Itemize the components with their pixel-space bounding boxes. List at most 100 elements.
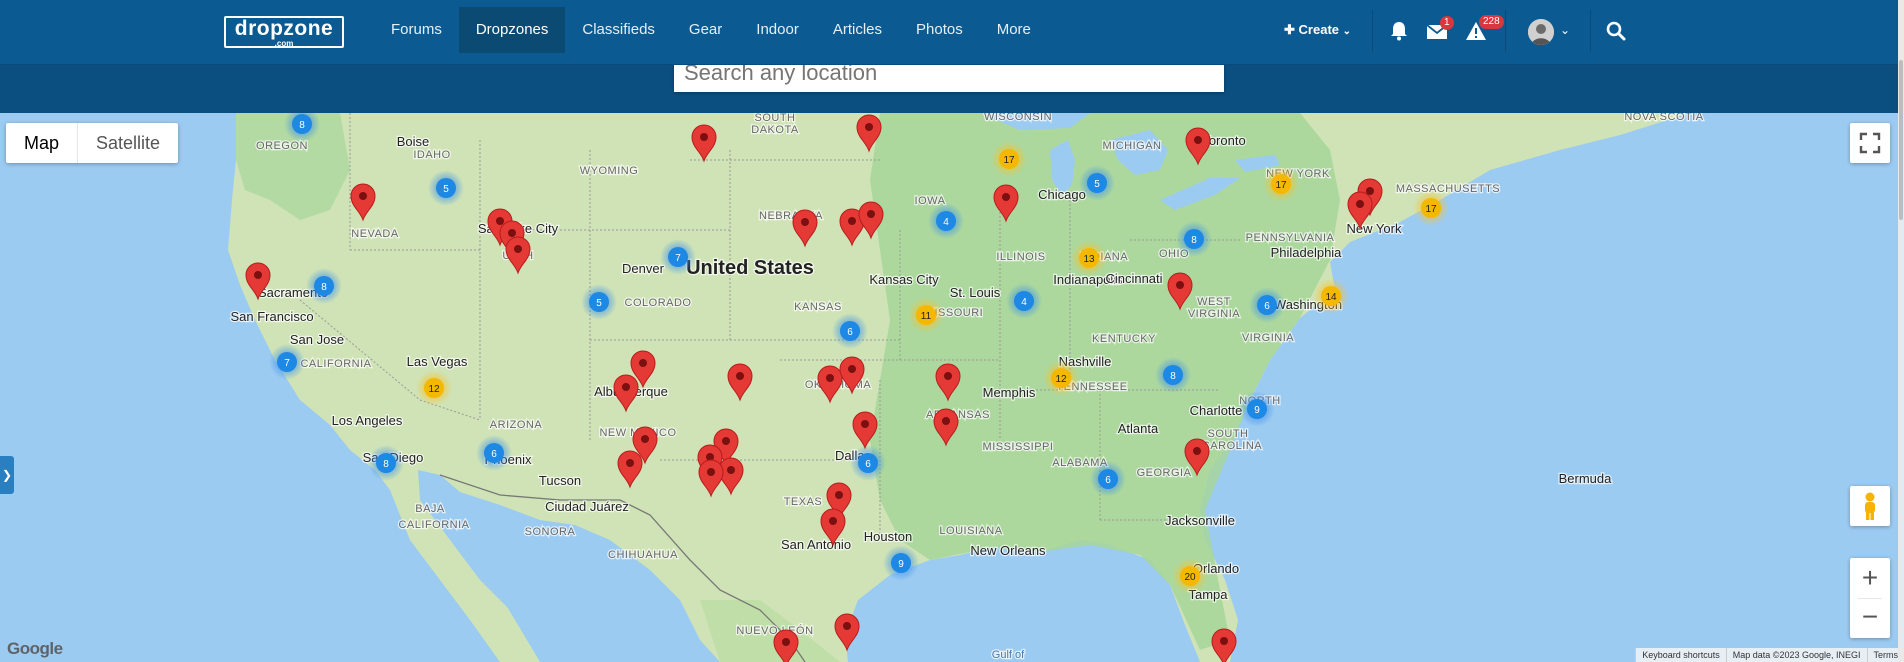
map-canvas[interactable]: OREGONIDAHOBoiseWYOMINGSOUTHDAKOTAWISCON… xyxy=(0,113,1904,662)
nav-articles[interactable]: Articles xyxy=(816,7,899,53)
map-pin-dot xyxy=(707,468,715,476)
map-pin-dot xyxy=(942,417,950,425)
map-pin-dot xyxy=(867,210,875,218)
map-pin-dot xyxy=(514,245,522,253)
dropzone-cluster[interactable]: 5 xyxy=(1079,165,1115,201)
create-label: Create xyxy=(1298,22,1339,37)
map-pin-dot xyxy=(1176,281,1184,289)
dropzone-cluster[interactable]: 6 xyxy=(850,445,886,481)
dropzone-cluster[interactable]: 13 xyxy=(1071,240,1107,276)
map-pin-dot xyxy=(782,638,790,646)
cluster-count: 5 xyxy=(596,298,602,309)
nav-photos[interactable]: Photos xyxy=(899,7,980,53)
map-pin-dot xyxy=(826,374,834,382)
map-pin-dot xyxy=(496,217,504,225)
map-type-map-button[interactable]: Map xyxy=(6,123,79,163)
dropzone-cluster[interactable]: 4 xyxy=(1006,283,1042,319)
dropzone-cluster[interactable]: 6 xyxy=(476,435,512,471)
nav-more[interactable]: More xyxy=(980,7,1048,53)
user-avatar[interactable] xyxy=(1528,19,1554,45)
divider xyxy=(1590,10,1591,52)
nav-gear[interactable]: Gear xyxy=(672,7,739,53)
map-label: NUEVO LEÓN xyxy=(736,624,813,637)
map-label: Memphis xyxy=(983,385,1036,400)
divider xyxy=(1858,598,1882,599)
map-pin-dot xyxy=(736,372,744,380)
messages-button[interactable]: 1 xyxy=(1426,16,1454,42)
dropzone-cluster[interactable]: 14 xyxy=(1313,278,1349,314)
chevron-down-icon: ⌄ xyxy=(1342,26,1352,37)
map-label: Jacksonville xyxy=(1165,513,1235,528)
chevron-down-icon[interactable]: ⌄ xyxy=(1560,23,1570,37)
sidebar-expand-tab[interactable]: ❯ xyxy=(0,456,14,494)
cluster-count: 8 xyxy=(321,282,327,293)
dropzone-cluster[interactable]: 6 xyxy=(832,313,868,349)
street-view-pegman[interactable] xyxy=(1850,486,1890,526)
map-type-satellite-button[interactable]: Satellite xyxy=(78,123,178,163)
dropzone-cluster[interactable]: 6 xyxy=(1249,287,1285,323)
scrollbar-thumb[interactable] xyxy=(1899,60,1903,220)
dropzone-map[interactable]: OREGON IDAHO Boise WYOMING SOUTH DAKOTA WISCON… xyxy=(0,113,1904,662)
dropzone-cluster[interactable]: 12 xyxy=(1043,360,1079,396)
cluster-count: 17 xyxy=(1003,155,1015,166)
fullscreen-button[interactable] xyxy=(1850,123,1890,163)
map-label: Kansas City xyxy=(869,272,939,287)
map-label: Houston xyxy=(864,529,912,544)
map-pin-dot xyxy=(641,435,649,443)
cluster-count: 20 xyxy=(1184,572,1196,583)
notifications-button[interactable] xyxy=(1388,20,1410,42)
search-button[interactable] xyxy=(1605,20,1627,42)
dropzone-cluster[interactable]: 11 xyxy=(908,297,944,333)
dropzone-cluster[interactable]: 8 xyxy=(1155,357,1191,393)
cluster-count: 6 xyxy=(491,449,497,460)
map-pin-dot xyxy=(508,229,516,237)
plus-icon: ✚ xyxy=(1284,22,1295,37)
map-label: LOUISIANA xyxy=(939,525,1002,537)
dropzone-cluster[interactable]: 9 xyxy=(883,545,919,581)
create-menu-button[interactable]: ✚ Create ⌄ xyxy=(1284,22,1351,38)
keyboard-shortcuts-link[interactable]: Keyboard shortcuts xyxy=(1635,648,1726,662)
site-logo[interactable]: dropzone .com xyxy=(224,16,344,48)
dropzone-cluster[interactable]: 5 xyxy=(428,170,464,206)
dropzone-cluster[interactable]: 5 xyxy=(581,284,617,320)
dropzone-cluster[interactable]: 12 xyxy=(416,370,452,406)
dropzone-cluster[interactable]: 7 xyxy=(660,239,696,275)
map-label: CALIFORNIA xyxy=(300,358,371,370)
dropzone-cluster[interactable]: 17 xyxy=(1413,190,1449,226)
alerts-count-badge: 228 xyxy=(1479,15,1504,29)
page-scrollbar[interactable] xyxy=(1898,0,1904,662)
dropzone-cluster[interactable]: 8 xyxy=(306,268,342,304)
dropzone-cluster[interactable]: 20 xyxy=(1172,558,1208,594)
alerts-button[interactable]: 228 xyxy=(1465,15,1504,42)
map-label: Boise xyxy=(397,134,430,149)
zoom-out-button[interactable]: − xyxy=(1850,598,1890,638)
nav-indoor[interactable]: Indoor xyxy=(739,7,816,53)
map-pin-dot xyxy=(254,271,262,279)
dropzone-cluster[interactable]: 6 xyxy=(1090,461,1126,497)
dropzone-cluster[interactable]: 8 xyxy=(368,445,404,481)
zoom-in-button[interactable]: + xyxy=(1850,558,1890,598)
nav-dropzones[interactable]: Dropzones xyxy=(458,7,566,53)
dropzone-cluster[interactable]: 8 xyxy=(1176,221,1212,257)
map-label: Atlanta xyxy=(1118,421,1159,436)
map-label: SOUTH xyxy=(755,113,796,124)
user-photo-icon xyxy=(1528,19,1554,45)
map-label: CAROLINA xyxy=(1202,440,1262,452)
map-label: MISSISSIPPI xyxy=(983,441,1054,453)
dropzone-cluster[interactable]: 17 xyxy=(1263,166,1299,202)
map-label: Charlotte xyxy=(1190,403,1243,418)
cluster-count: 4 xyxy=(943,217,949,228)
map-pin-dot xyxy=(626,459,634,467)
dropzone-cluster[interactable]: 4 xyxy=(928,203,964,239)
dropzone-cluster[interactable]: 7 xyxy=(269,344,305,380)
cluster-count: 6 xyxy=(865,459,871,470)
map-label: San Francisco xyxy=(230,309,313,324)
cluster-count: 5 xyxy=(443,184,449,195)
dropzone-cluster[interactable]: 17 xyxy=(991,141,1027,177)
nav-forums[interactable]: Forums xyxy=(374,7,459,53)
dropzone-cluster[interactable]: 9 xyxy=(1239,391,1275,427)
nav-classifieds[interactable]: Classifieds xyxy=(565,7,672,53)
map-label: NEVADA xyxy=(351,228,399,240)
map-pin-dot xyxy=(1356,200,1364,208)
divider xyxy=(1505,10,1506,52)
